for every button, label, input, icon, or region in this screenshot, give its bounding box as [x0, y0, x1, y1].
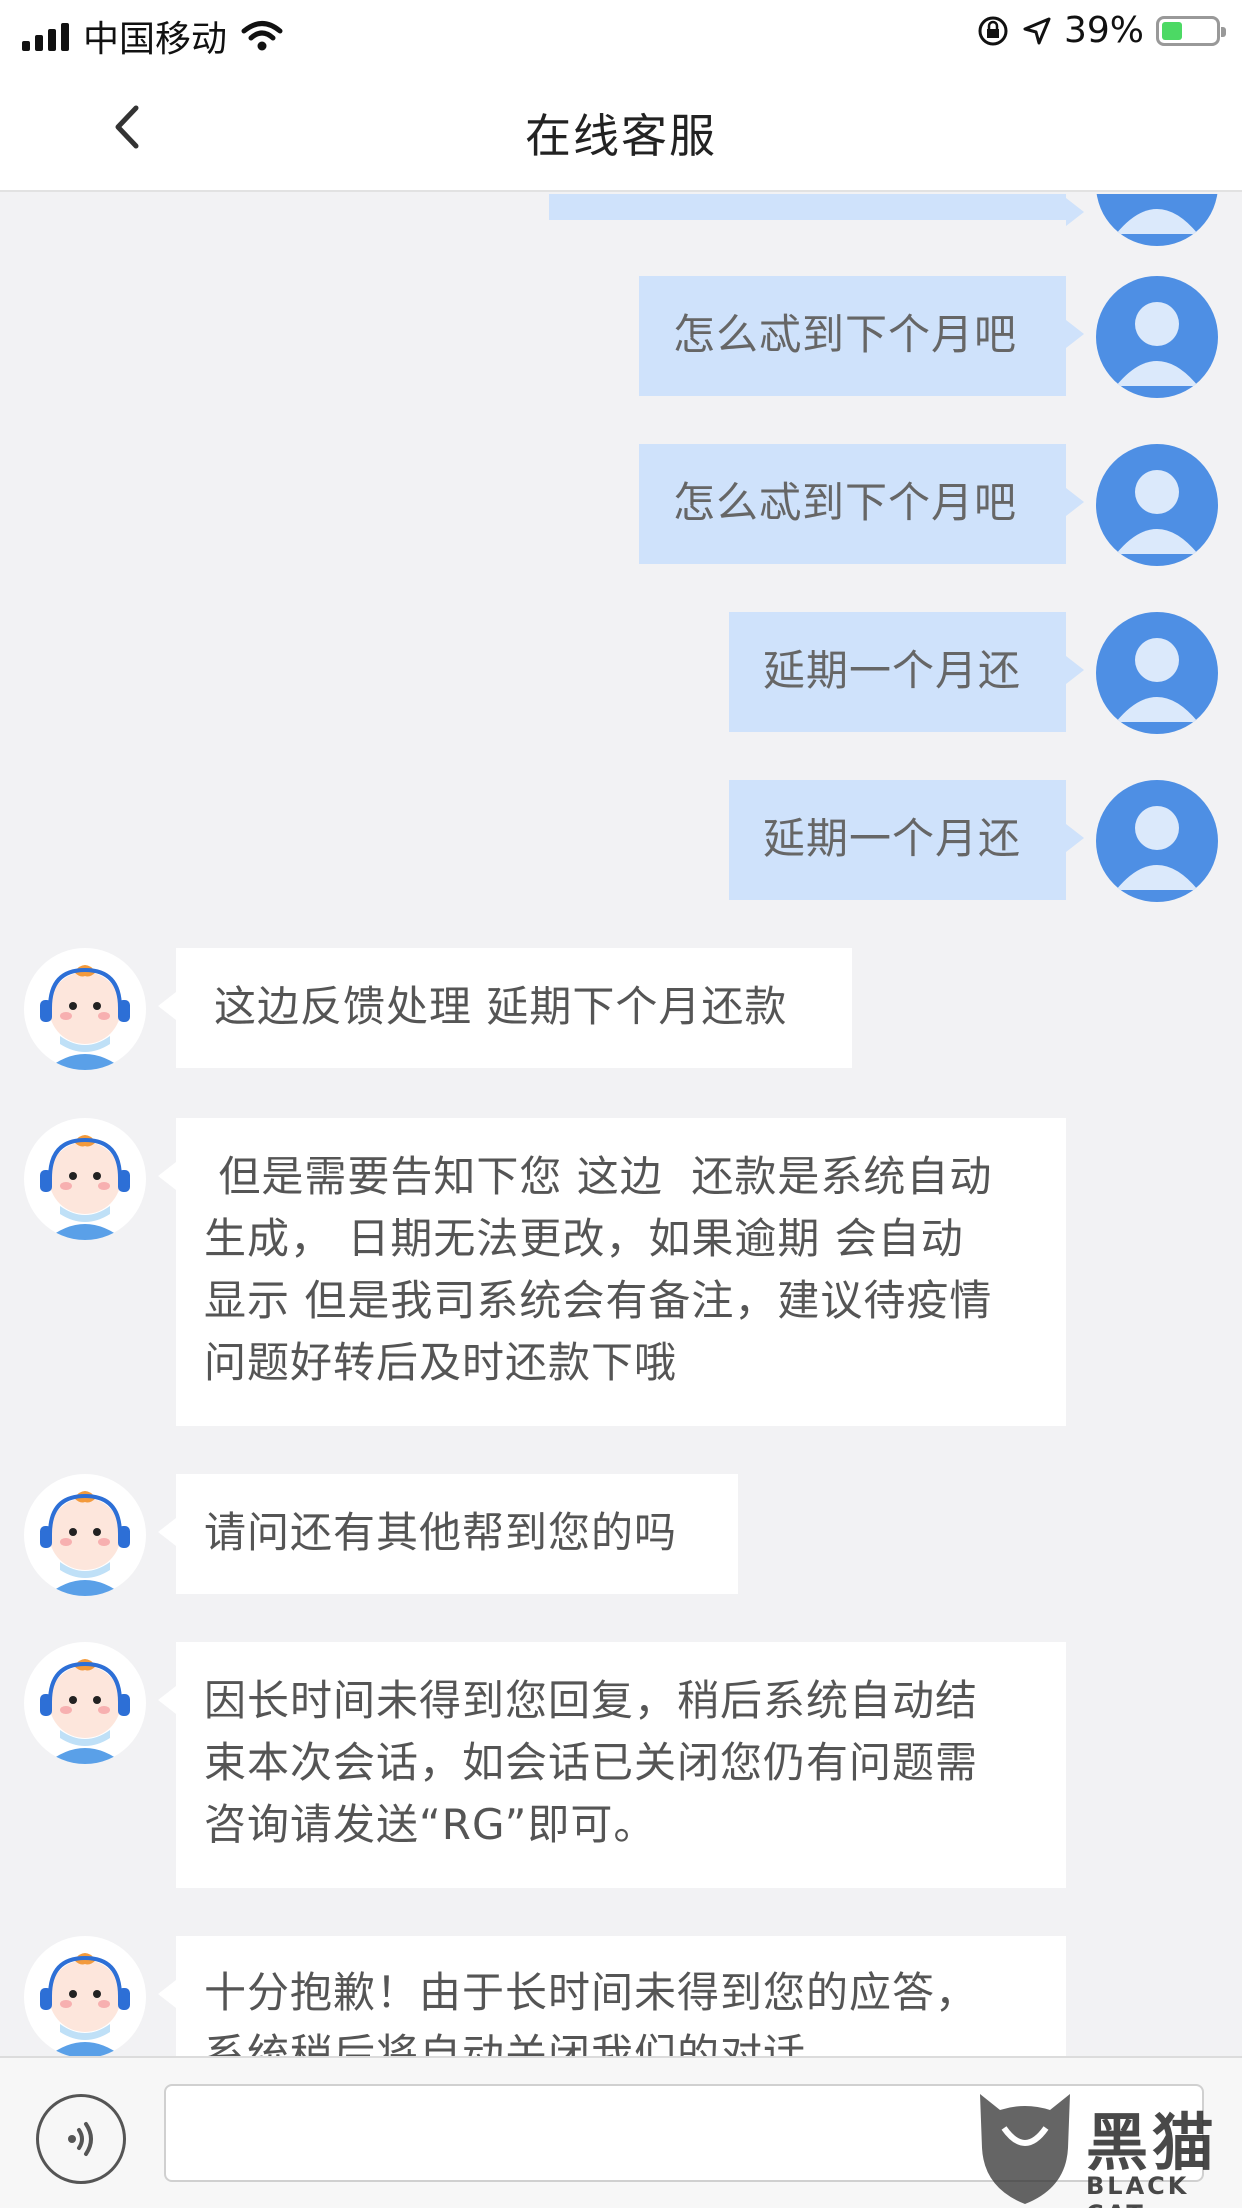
watermark-text: 黑猫: [1086, 2106, 1219, 2179]
user-avatar: [1096, 612, 1218, 734]
message-line: 系统稍后将自动关闭我们的对话。: [204, 2030, 850, 2056]
user-avatar: [1096, 194, 1218, 246]
message-text: 延期一个月还: [763, 814, 1022, 863]
message-bubble: 但是需要告知下您 这边 还款是系统自动 生成， 日期无法更改，如果逾期 会自动 …: [158, 1118, 1066, 1426]
user-avatar: [1096, 780, 1218, 902]
message-text: 怎么忒到下个月吧: [673, 310, 1018, 359]
message-text: 请问还有其他帮到您的吗: [204, 1508, 678, 1557]
orientation-lock-icon: [978, 16, 1008, 45]
message-bubble: 延期一个月还: [729, 780, 1084, 900]
message-bubble-partial: [549, 194, 1084, 226]
message-line: 但是需要告知下您 这边 还款是系统自动: [204, 1152, 993, 1201]
watermark-subtext: BLACK CAT: [1086, 2172, 1190, 2208]
message-bubble: 这边反馈处理 延期下个月还款: [158, 948, 852, 1068]
message-line: 十分抱歉！由于长时间未得到您的应答，: [204, 1968, 979, 2017]
message-bubble: 因长时间未得到您回复，稍后系统自动结 束本次会话，如会话已关闭您仍有问题需 咨询…: [158, 1642, 1066, 1888]
agent-avatar: [24, 1642, 146, 1764]
message-line: 咨询请发送“RG”即可。: [204, 1800, 657, 1849]
location-icon: [1023, 17, 1051, 44]
battery-percent: 39%: [1063, 10, 1144, 51]
watermark-logo: 黑猫 BLACK CAT: [970, 2088, 1240, 2208]
agent-avatar: [24, 1474, 146, 1596]
page-title: 在线客服: [525, 109, 717, 163]
agent-avatar: [24, 1936, 146, 2056]
message-bubble: 延期一个月还: [729, 612, 1084, 732]
message-line: 因长时间未得到您回复，稍后系统自动结: [204, 1676, 979, 1725]
message-line: 显示 但是我司系统会有备注，建议待疫情: [204, 1276, 993, 1325]
message-bubble: 怎么忒到下个月吧: [639, 444, 1084, 564]
message-line: 束本次会话，如会话已关闭您仍有问题需: [204, 1738, 979, 1787]
chat-list[interactable]: 怎么忒到下个月吧 怎么忒到下个月吧 延期一个月还 延期一个月还 这边反馈处理 延…: [0, 194, 1242, 2056]
wifi-icon: [241, 21, 283, 51]
message-line: 生成， 日期无法更改，如果逾期 会自动: [204, 1214, 964, 1263]
message-bubble: 请问还有其他帮到您的吗: [158, 1474, 738, 1594]
agent-avatar: [24, 948, 146, 1070]
carrier-name: 中国移动: [83, 19, 228, 60]
agent-avatar: [24, 1118, 146, 1240]
voice-icon[interactable]: [36, 2094, 126, 2184]
user-avatar: [1096, 276, 1218, 398]
battery-icon: [1156, 15, 1226, 46]
nav-bar: 在线客服: [0, 62, 1242, 192]
signal-icon: [22, 21, 69, 51]
message-text: 这边反馈处理 延期下个月还款: [214, 982, 788, 1031]
user-avatar: [1096, 444, 1218, 566]
message-text: 延期一个月还: [763, 646, 1022, 695]
message-line: 问题好转后及时还款下哦: [204, 1338, 678, 1387]
status-bar: 中国移动 39%: [0, 0, 1242, 62]
message-bubble: 怎么忒到下个月吧: [639, 276, 1084, 396]
message-bubble: 十分抱歉！由于长时间未得到您的应答， 系统稍后将自动关闭我们的对话。: [158, 1936, 1066, 2056]
message-text: 怎么忒到下个月吧: [673, 478, 1018, 527]
